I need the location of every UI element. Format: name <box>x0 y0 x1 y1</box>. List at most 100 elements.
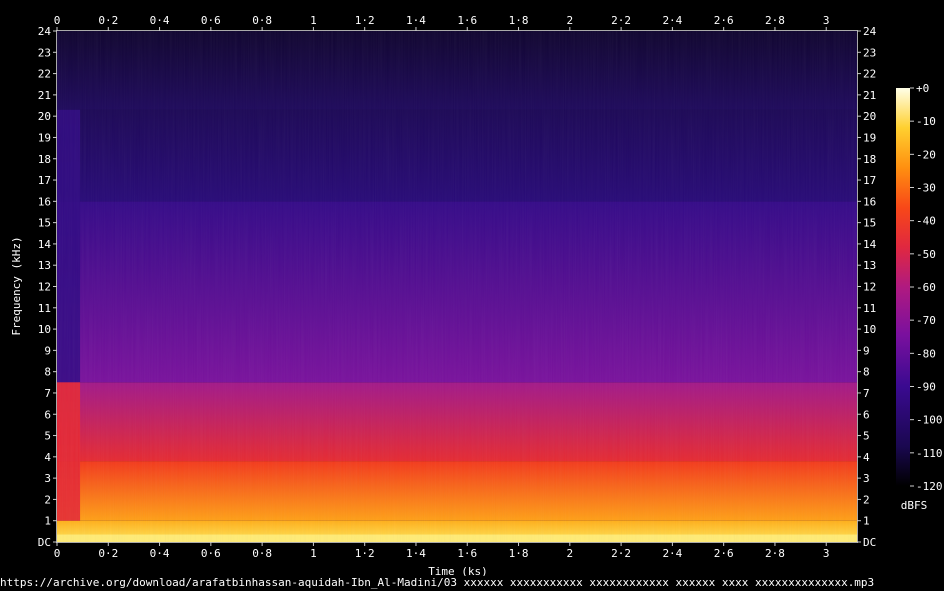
y-tick-label: 13 <box>863 259 876 272</box>
x-tick-label: 0·2 <box>98 14 118 27</box>
colorbar-tick-label: -90 <box>916 381 936 394</box>
x-tick-label: 0·2 <box>98 547 118 560</box>
y-tick-label: 19 <box>863 131 876 144</box>
x-tick-label: 2·6 <box>714 14 734 27</box>
y-tick-label: 14 <box>863 238 877 251</box>
y-tick-label: 4 <box>863 451 870 464</box>
y-tick-label: 11 <box>863 302 876 315</box>
colorbar-tick-label: -50 <box>916 248 936 261</box>
y-axis-right: DC12345678910111213141516171819202122232… <box>857 25 877 549</box>
y-tick-label: 10 <box>863 323 876 336</box>
x-tick-label: 2·4 <box>662 14 682 27</box>
x-tick-label: 2·6 <box>714 547 734 560</box>
x-tick-label: 0 <box>54 14 61 27</box>
y-tick-label: 21 <box>863 89 876 102</box>
y-tick-label: 8 <box>863 366 870 379</box>
x-tick-label: 2 <box>567 547 574 560</box>
y-tick-label: 13 <box>38 259 51 272</box>
spectrogram-chart: 0 0·2 0·4 0·6 0·8 1 1·2 1·4 1·6 1·8 2 2·2 2·4 2·6 2·8 3… <box>10 14 943 576</box>
x-tick-label: 1 <box>310 14 317 27</box>
y-tick-label: 16 <box>863 195 876 208</box>
x-tick-label: 0·6 <box>201 547 221 560</box>
colorbar-tick-label: -20 <box>916 148 936 161</box>
colorbar-label: dBFS <box>901 499 928 512</box>
y-tick-label: 16 <box>38 195 51 208</box>
x-tick-label: 0·6 <box>201 14 221 27</box>
colorbar-tick-label: -110 <box>916 447 943 460</box>
colorbar-tick-label: -60 <box>916 281 936 294</box>
y-tick-label: 18 <box>863 153 876 166</box>
y-tick-label: 9 <box>44 344 51 357</box>
y-tick-label: 1 <box>863 515 870 528</box>
x-tick-label: 1·8 <box>509 14 529 27</box>
y-tick-label: 5 <box>44 430 51 443</box>
x-tick-label: 1·8 <box>509 547 529 560</box>
x-tick-label: 1·6 <box>457 14 477 27</box>
y-tick-label: 17 <box>38 174 51 187</box>
y-tick-label: DC <box>863 536 876 549</box>
y-tick-label: 20 <box>38 110 51 123</box>
y-tick-label: 1 <box>44 515 51 528</box>
y-tick-label: 15 <box>38 217 51 230</box>
colorbar-tick-label: -30 <box>916 182 936 195</box>
y-tick-label: 22 <box>38 68 51 81</box>
y-tick-label: 24 <box>863 25 877 38</box>
y-tick-label: 21 <box>38 89 51 102</box>
x-axis-bottom: 0 0·2 0·4 0·6 0·8 1 1·2 1·4 1·6 1·8 2 2·2 2·4 2·6 2·8 3 <box>54 542 830 560</box>
y-tick-label: 10 <box>38 323 51 336</box>
x-tick-label: 2 <box>567 14 574 27</box>
x-tick-label: 0·4 <box>150 14 170 27</box>
y-tick-label: 12 <box>38 281 51 294</box>
x-tick-label: 2·4 <box>662 547 682 560</box>
x-tick-label: 3 <box>823 14 830 27</box>
y-tick-label: 4 <box>44 451 51 464</box>
y-tick-label: 14 <box>38 238 52 251</box>
y-tick-label: 24 <box>38 25 52 38</box>
x-tick-label: 1·4 <box>406 547 426 560</box>
colorbar-ticks: +0 -10 -20 -30 -40 -50 -60 -70 -80 -90 -100 -110 -12… <box>910 82 943 493</box>
y-tick-label: 11 <box>38 302 51 315</box>
y-tick-label: DC <box>38 536 51 549</box>
colorbar-tick-label: -100 <box>916 414 943 427</box>
colorbar-tick-label: +0 <box>916 82 929 95</box>
x-tick-label: 2·2 <box>611 14 631 27</box>
x-tick-label: 3 <box>823 547 830 560</box>
colorbar-tick-label: -120 <box>916 480 943 493</box>
y-tick-label: 20 <box>863 110 876 123</box>
y-tick-label: 15 <box>863 217 876 230</box>
x-tick-label: 0·8 <box>252 14 272 27</box>
x-tick-label: 0·4 <box>150 547 170 560</box>
y-tick-label: 19 <box>38 131 51 144</box>
source-url-text: https://archive.org/download/arafatbinha… <box>0 576 875 589</box>
x-tick-label: 1 <box>310 547 317 560</box>
x-tick-label: 2·8 <box>765 547 785 560</box>
x-tick-label: 1·4 <box>406 14 426 27</box>
x-axis-label: Time (ks) <box>428 565 488 576</box>
x-tick-label: 0 <box>54 547 61 560</box>
colorbar-tick-label: -80 <box>916 347 936 360</box>
colorbar-tick-label: -10 <box>916 115 936 128</box>
y-tick-label: 8 <box>44 366 51 379</box>
y-axis-left: DC12345678910111213141516171819202122232… <box>38 25 57 549</box>
y-tick-label: 7 <box>863 387 870 400</box>
y-tick-label: 2 <box>44 493 51 506</box>
colorbar <box>896 88 910 486</box>
x-tick-label: 1·2 <box>355 14 375 27</box>
colorbar-tick-label: -70 <box>916 314 936 327</box>
x-tick-label: 2·2 <box>611 547 631 560</box>
y-axis-label: Frequency (kHz) <box>10 236 23 335</box>
y-tick-label: 7 <box>44 387 51 400</box>
y-tick-label: 23 <box>38 46 51 59</box>
x-tick-label: 1·6 <box>457 547 477 560</box>
x-tick-label: 2·8 <box>765 14 785 27</box>
y-tick-label: 23 <box>863 46 876 59</box>
colorbar-tick-label: -40 <box>916 215 936 228</box>
y-tick-label: 6 <box>863 408 870 421</box>
y-tick-label: 22 <box>863 68 876 81</box>
y-tick-label: 5 <box>863 430 870 443</box>
x-tick-label: 1·2 <box>355 547 375 560</box>
x-axis-top: 0 0·2 0·4 0·6 0·8 1 1·2 1·4 1·6 1·8 2 2·2 2·4 2·6 2·8 3 <box>54 14 830 31</box>
x-tick-label: 0·8 <box>252 547 272 560</box>
y-tick-label: 3 <box>863 472 870 485</box>
y-tick-label: 6 <box>44 408 51 421</box>
